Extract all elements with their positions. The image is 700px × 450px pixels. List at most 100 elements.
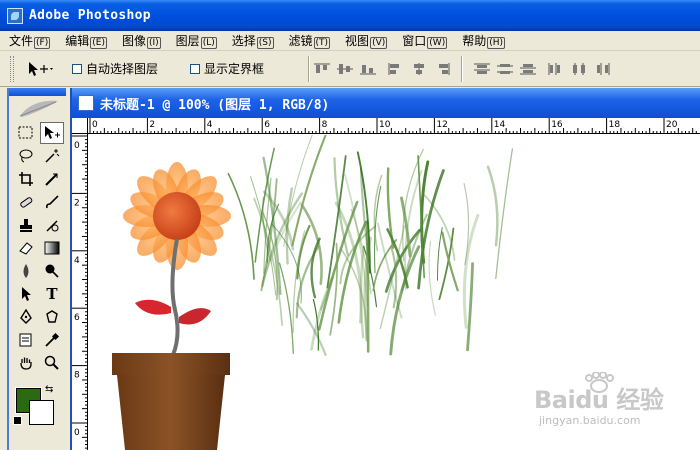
clone-stamp-tool-icon[interactable]	[14, 214, 38, 236]
ruler-vertical[interactable]: 0 2 4 6 8 0	[72, 134, 88, 450]
distribute-bottom-icon[interactable]	[517, 59, 539, 79]
blur-tool-icon[interactable]	[14, 260, 38, 282]
menu-view[interactable]: 视图 (V)	[336, 32, 393, 49]
toolbox-header[interactable]	[9, 88, 66, 96]
gradient-tool-icon[interactable]	[40, 237, 64, 259]
ruler-label: 4	[74, 256, 80, 266]
baidu-watermark: Baidu 经验 jingyan.baidu.com	[534, 372, 700, 434]
auto-select-layer-checkbox[interactable]: 自动选择图层	[72, 60, 158, 77]
ruler-label: 4	[207, 120, 213, 130]
menu-select[interactable]: 选择 (S)	[223, 32, 280, 49]
checkbox-box	[190, 63, 201, 74]
hand-tool-icon[interactable]	[14, 352, 38, 374]
swap-colors-icon[interactable]: ⇆	[45, 384, 53, 395]
separator	[308, 55, 311, 82]
ruler-horizontal[interactable]: 0 2 4 6 8 10 12 14 16 18 20	[88, 118, 700, 134]
grass-blade	[466, 262, 474, 352]
distribute-left-icon[interactable]	[545, 59, 567, 79]
left-leaf	[135, 299, 171, 315]
grass-blade	[438, 227, 455, 300]
grass-blade	[227, 172, 255, 280]
grass-blade	[377, 222, 403, 319]
magic-wand-tool-icon[interactable]	[40, 145, 64, 167]
align-hcenter-icon[interactable]	[408, 59, 430, 79]
zoom-tool-icon[interactable]	[40, 352, 64, 374]
ruler-label: 8	[74, 371, 80, 381]
ruler-label: 16	[551, 120, 563, 130]
menu-image[interactable]: 图像 (I)	[113, 32, 167, 49]
distribute-vcenter-icon[interactable]	[494, 59, 516, 79]
slice-tool-icon[interactable]	[40, 168, 64, 190]
menu-file[interactable]: 文件 (F)	[0, 32, 56, 49]
healing-brush-tool-icon[interactable]	[14, 191, 38, 213]
background-color-swatch[interactable]	[29, 400, 54, 425]
distribute-hcenter-icon[interactable]	[568, 59, 590, 79]
options-grip[interactable]	[10, 55, 14, 82]
right-leaf	[179, 308, 211, 325]
pen-tool-icon[interactable]	[14, 306, 38, 328]
align-top-icon[interactable]	[311, 59, 333, 79]
ruler-label: 20	[666, 120, 678, 130]
ruler-label: 18	[609, 120, 621, 130]
color-swatches: ⇆	[9, 380, 66, 428]
distribute-top-icon[interactable]	[471, 59, 493, 79]
menu-window[interactable]: 窗口 (W)	[393, 32, 453, 49]
distribute-right-icon[interactable]	[591, 59, 613, 79]
grass-strokes	[227, 135, 514, 356]
ruler-label: 2	[149, 120, 155, 130]
window-titlebar: Adobe Photoshop	[0, 0, 700, 31]
eyedropper-tool-icon[interactable]	[40, 329, 64, 351]
eraser-tool-icon[interactable]	[14, 237, 38, 259]
window-title: Adobe Photoshop	[29, 8, 151, 23]
history-brush-tool-icon[interactable]	[40, 214, 64, 236]
ruler-origin[interactable]	[72, 118, 88, 134]
checkbox-box	[72, 63, 82, 74]
watermark-logo: Baidu 经验	[534, 386, 664, 414]
ruler-label: 12	[436, 120, 447, 130]
move-tool-icon	[29, 61, 53, 76]
grass-blade	[486, 165, 499, 247]
marquee-tool-icon[interactable]	[14, 122, 38, 144]
ruler-label: 8	[322, 120, 328, 130]
menu-bar: 文件 (F) 编辑 (E) 图像 (I) 图层 (L) 选择 (S) 滤镜 (T) 视图 (V…	[0, 31, 700, 51]
crop-tool-icon[interactable]	[14, 168, 38, 190]
grass-blade	[436, 227, 443, 281]
default-colors-icon[interactable]	[13, 416, 22, 425]
menu-help[interactable]: 帮助 (H)	[453, 32, 511, 49]
path-selection-tool-icon[interactable]	[14, 283, 38, 305]
grass-blade	[291, 135, 327, 247]
photoshop-app-icon	[7, 7, 23, 24]
ruler-label: 2	[74, 198, 80, 208]
align-left-icon[interactable]	[385, 59, 407, 79]
move-tool-preset[interactable]	[26, 57, 62, 81]
ruler-label: 14	[494, 120, 506, 130]
show-bounds-checkbox[interactable]: 显示定界框	[190, 60, 264, 77]
type-tool-icon[interactable]: T	[40, 283, 64, 305]
show-bounds-label: 显示定界框	[204, 62, 265, 76]
move-tool-icon[interactable]	[40, 122, 64, 144]
menu-filter[interactable]: 滤镜 (T)	[280, 32, 337, 49]
custom-shape-tool-icon[interactable]	[40, 306, 64, 328]
toolbox-panel: T ⇆	[7, 88, 66, 450]
brush-tool-icon[interactable]	[40, 191, 64, 213]
ruler-label: 10	[379, 120, 391, 130]
watermark-url: jingyan.baidu.com	[539, 414, 641, 427]
ruler-label: 0	[74, 428, 80, 438]
align-right-icon[interactable]	[431, 59, 453, 79]
lasso-tool-icon[interactable]	[14, 145, 38, 167]
document-icon	[78, 95, 94, 111]
align-bottom-icon[interactable]	[357, 59, 379, 79]
align-vcenter-icon[interactable]	[334, 59, 356, 79]
tool-grid: T	[9, 122, 66, 374]
auto-select-label: 自动选择图层	[86, 62, 159, 76]
menu-edit[interactable]: 编辑 (E)	[56, 32, 113, 49]
ruler-label: 0	[92, 120, 98, 130]
dodge-tool-icon[interactable]	[40, 260, 64, 282]
feather-logo-icon	[9, 96, 66, 122]
notes-tool-icon[interactable]	[14, 329, 38, 351]
options-bar: 自动选择图层 显示定界框	[0, 51, 700, 87]
ruler-label: 6	[74, 313, 80, 323]
menu-layer[interactable]: 图层 (L)	[167, 32, 223, 49]
document-titlebar[interactable]: 未标题-1 @ 100% (图层 1, RGB/8)	[72, 88, 700, 118]
flower-center	[153, 192, 201, 240]
